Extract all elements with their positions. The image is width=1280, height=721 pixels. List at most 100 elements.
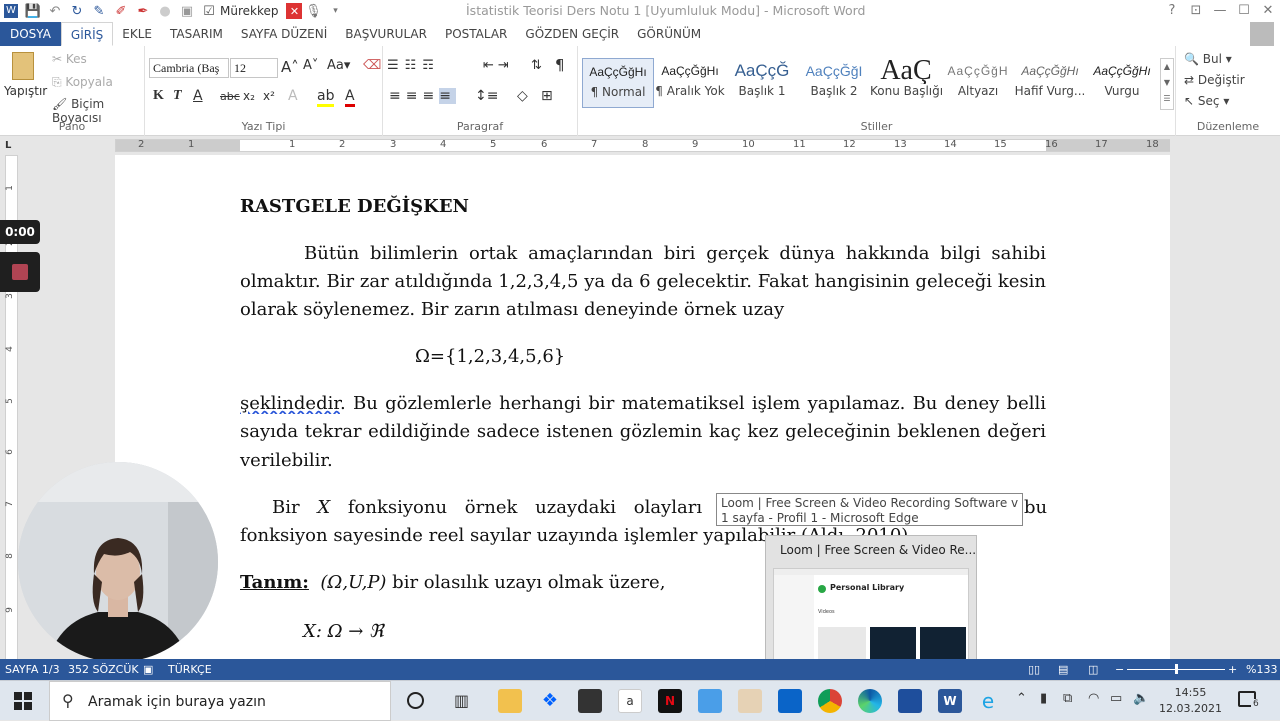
taskbar-search-box[interactable]: ⚲ Aramak için buraya yazın [49, 681, 391, 721]
pilcrow-icon[interactable]: ¶ [555, 56, 565, 74]
dropbox-icon[interactable]: ❖ [538, 689, 562, 713]
language-label[interactable]: TÜRKÇE [168, 663, 212, 676]
stop-recording-button[interactable] [0, 252, 40, 292]
close-red-icon[interactable]: ✕ [286, 3, 303, 19]
sort-icon[interactable]: ⇅ [531, 58, 542, 73]
web-layout-icon[interactable]: ◫ [1088, 663, 1098, 676]
save-icon[interactable]: 💾 [22, 1, 44, 21]
brush-icon[interactable]: ✐ [110, 1, 132, 21]
tab-mailings[interactable]: POSTALAR [436, 22, 516, 46]
store-icon[interactable] [578, 689, 602, 713]
volume-icon[interactable]: 🔈 [1133, 691, 1149, 706]
style-heading-2[interactable]: AaÇçĞğI Başlık 2 [798, 58, 870, 108]
maximize-button[interactable]: ☐ [1232, 0, 1256, 22]
tab-design[interactable]: TASARIM [161, 22, 232, 46]
minimize-button[interactable]: — [1208, 0, 1232, 22]
clock[interactable]: 14:55 12.03.2021 [1158, 685, 1223, 717]
help-icon[interactable]: ? [1160, 0, 1184, 22]
netflix-icon[interactable]: N [658, 689, 682, 713]
file-explorer-icon[interactable] [498, 689, 522, 713]
amazon-icon[interactable]: a [618, 689, 642, 713]
zoom-in-button[interactable]: + [1228, 663, 1237, 676]
close-button[interactable]: ✕ [1256, 0, 1280, 22]
redo-icon[interactable]: ↻ [66, 1, 88, 21]
style-heading-1[interactable]: AaÇçĞ Başlık 1 [726, 58, 798, 108]
app-icon[interactable] [698, 689, 722, 713]
proofing-label[interactable]: Mürekkep [220, 4, 278, 18]
grow-font-icon[interactable]: A˄ [281, 58, 299, 76]
tab-view[interactable]: GÖRÜNÜM [628, 22, 710, 46]
webcam-bubble[interactable] [18, 462, 218, 662]
line-spacing-icon[interactable]: ↕≡ [475, 88, 498, 104]
account-avatar[interactable] [1250, 22, 1274, 46]
paste-button[interactable]: Yapıştır [4, 52, 47, 114]
tray-monitor-icon[interactable]: ⧉ [1063, 691, 1072, 706]
pen-icon[interactable]: ✒ [132, 1, 154, 21]
superscript-button[interactable]: x² [263, 89, 275, 103]
battery-icon[interactable]: ▭ [1110, 691, 1122, 706]
indent-buttons[interactable]: ⇤⇥ [483, 58, 513, 73]
style-emphasis[interactable]: AaÇçĞğHı Vurgu [1086, 58, 1158, 108]
select-button[interactable]: ↖ Seç ▾ [1184, 94, 1229, 108]
change-case-icon[interactable]: Aa▾ [327, 58, 350, 73]
undo-icon[interactable]: ↶ [44, 1, 66, 21]
borders-icon[interactable]: ⊞ [541, 88, 553, 104]
wifi-icon[interactable]: ◠ [1088, 691, 1099, 706]
word-taskbar-icon[interactable]: W [938, 689, 962, 713]
task-view-icon[interactable]: ▥ [454, 691, 469, 710]
windows-start-icon[interactable] [14, 692, 32, 710]
underline-button[interactable]: A [193, 88, 203, 104]
subscript-button[interactable]: x₂ [243, 89, 255, 103]
customize-qat-icon[interactable]: ▾ [324, 1, 346, 21]
clear-format-icon[interactable]: ⌫ [363, 58, 381, 73]
zoom-thumb[interactable] [1175, 664, 1178, 674]
style-subtle-emphasis[interactable]: AaÇçĞğHı Hafif Vurg... [1014, 58, 1086, 108]
font-color-icon[interactable]: A [345, 88, 355, 107]
cut-button[interactable]: ✂ Kes [52, 52, 87, 66]
ribbon-display-icon[interactable]: ⊡ [1184, 0, 1208, 22]
tab-selector[interactable]: L [5, 140, 11, 151]
shading-icon[interactable]: ◇ [517, 88, 528, 104]
tab-page-layout[interactable]: SAYFA DÜZENİ [232, 22, 336, 46]
eraser-icon[interactable]: ▣ [176, 1, 198, 21]
tab-file[interactable]: DOSYA [0, 22, 61, 46]
zoom-level[interactable]: %133 [1246, 663, 1277, 676]
page-count[interactable]: SAYFA 1/3 [5, 663, 60, 676]
align-buttons[interactable]: ≡≡≡≡ [389, 88, 456, 104]
microphone-icon[interactable]: 🎙 [302, 1, 324, 21]
checkbox-icon[interactable]: ☑ [198, 1, 220, 21]
print-layout-icon[interactable]: ▤ [1058, 663, 1068, 676]
internet-explorer-icon[interactable]: e [976, 689, 1000, 713]
mail-icon[interactable] [778, 689, 802, 713]
style-subtitle[interactable]: AaÇçĞğH Altyazı [942, 58, 1014, 108]
highlight-icon[interactable]: ab [317, 88, 335, 107]
word-app-icon[interactable]: W [0, 1, 22, 21]
style-normal[interactable]: AaÇçĞğHı ¶ Normal [582, 58, 654, 108]
style-no-spacing[interactable]: AaÇçĞğHı ¶ Aralık Yok [654, 58, 726, 108]
style-title[interactable]: AaÇ Konu Başlığı [870, 58, 943, 108]
tab-review[interactable]: GÖZDEN GEÇİR [516, 22, 628, 46]
circle-icon[interactable]: ● [154, 1, 176, 21]
strikethrough-button[interactable]: abc [220, 90, 240, 103]
copy-button[interactable]: ⎘ Kopyala [52, 75, 113, 90]
bold-button[interactable]: K [153, 88, 164, 104]
taskbar-window-preview[interactable]: Loom | Free Screen & Video Re... Persona… [765, 535, 977, 677]
cortana-icon[interactable] [407, 692, 424, 709]
misspelled-word[interactable]: şeklindedir [240, 393, 340, 414]
font-size-select[interactable]: 12 [230, 58, 278, 78]
replace-button[interactable]: ⇄ Değiştir [1184, 73, 1245, 87]
edit-icon[interactable]: ✎ [88, 1, 110, 21]
text-effects-icon[interactable]: A [288, 88, 298, 104]
edge-taskbar-icon[interactable] [858, 689, 882, 713]
styles-scroll[interactable]: ▲ ▼ ☰ [1160, 58, 1174, 110]
italic-button[interactable]: T [173, 88, 182, 104]
tray-chevron-icon[interactable]: ⌃ [1016, 691, 1027, 706]
horizontal-ruler[interactable]: 2 1 1 2 3 4 5 6 7 8 9 10 11 12 13 14 15 16 17 18 [115, 139, 1170, 152]
paint-icon[interactable] [738, 689, 762, 713]
word-count[interactable]: 352 SÖZCÜK [68, 663, 139, 676]
font-name-select[interactable]: Cambria (Baş [149, 58, 229, 78]
chrome-icon[interactable] [818, 689, 842, 713]
proofing-icon[interactable]: ▣ [143, 663, 153, 676]
tab-insert[interactable]: EKLE [113, 22, 161, 46]
list-buttons[interactable]: ☰☷☶ [387, 58, 440, 73]
